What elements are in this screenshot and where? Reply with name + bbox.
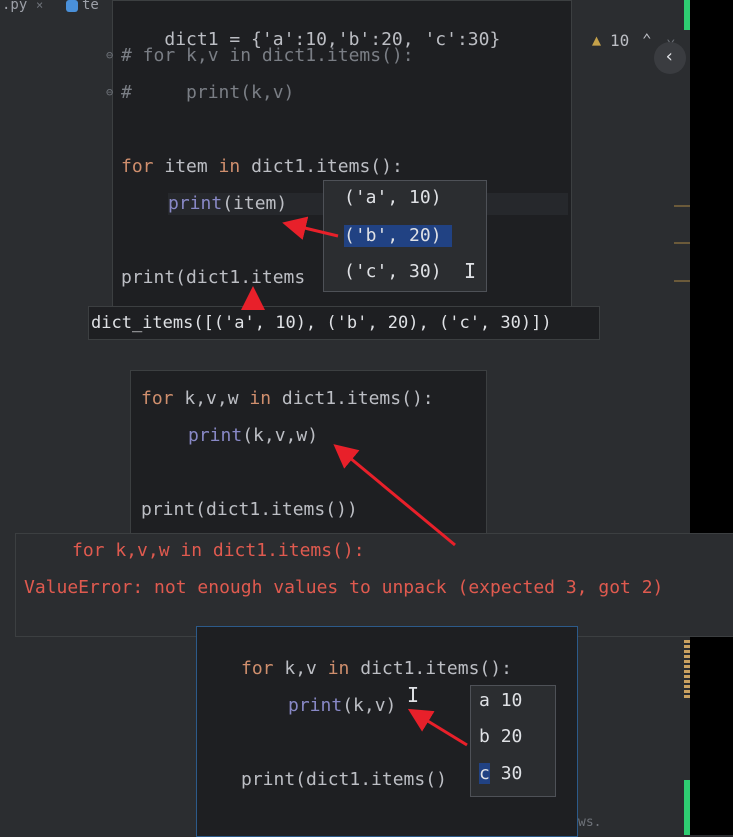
iterable: dict1.items():	[271, 388, 434, 409]
print-call: print	[188, 425, 243, 446]
code-line-9: print(dict1.items())	[141, 499, 358, 521]
code-line-2: # for k,v in dict1.items():	[121, 45, 414, 67]
back-button[interactable]: ‹	[654, 42, 686, 74]
error-source-line: for k,v,w in dict1.items():	[72, 540, 365, 561]
dict-items-output: dict_items([('a', 10), ('b', 20), ('c', …	[91, 313, 552, 333]
keyword-for: for	[121, 156, 154, 177]
chevron-up-icon[interactable]: ⌃	[642, 30, 652, 49]
tab-test[interactable]: te	[82, 0, 99, 13]
iterable: dict1.items():	[349, 658, 512, 679]
comment-line: # print(k,v)	[121, 82, 295, 103]
stripe-2	[674, 242, 690, 244]
python-file-icon	[66, 0, 78, 12]
tab-bar: .py × te	[0, 0, 115, 18]
key: b	[479, 726, 490, 747]
debug-value-popup-3[interactable]: a 10 b 20 c 30	[470, 685, 556, 797]
scroll-marker-bottom	[684, 780, 690, 835]
print-args: (k,v)	[342, 695, 397, 716]
warning-count: 10	[610, 31, 630, 50]
value: 10	[500, 690, 523, 711]
code-line-7: for k,v,w in dict1.items():	[141, 388, 434, 410]
console-output-1: dict_items([('a', 10), ('b', 20), ('c', …	[88, 306, 600, 340]
comment-line: # for k,v in dict1.items():	[121, 45, 414, 66]
popup-item-c[interactable]: c 30	[471, 763, 555, 785]
scroll-marker-top	[684, 0, 690, 30]
popup-item-a[interactable]: ('a', 10)	[324, 187, 486, 209]
stripe-3	[674, 280, 690, 282]
text-cursor-icon: I	[464, 259, 477, 283]
key: a	[479, 690, 490, 711]
print-args: (k,v,w)	[242, 425, 319, 446]
print-items-call: print(dict1.items	[121, 267, 306, 288]
status-text: ws.	[578, 815, 602, 830]
code-line-3: # print(k,v)	[121, 82, 294, 104]
error-message: ValueError: not enough values to unpack …	[24, 577, 664, 598]
keyword-in: in	[327, 658, 350, 679]
fold-icon[interactable]: ⊖	[106, 48, 113, 62]
keyword-for: for	[141, 388, 174, 409]
keyword-for: for	[241, 658, 274, 679]
close-icon[interactable]: ×	[36, 0, 43, 12]
loop-vars: k,v,w	[173, 388, 250, 409]
editor-panel-2[interactable]: for k,v,w in dict1.items(): print(k,v,w)…	[130, 370, 487, 537]
print-items-call: print(dict1.items()	[241, 769, 447, 790]
debug-value-popup-1[interactable]: ('a', 10) ('b', 20) ('c', 30) I	[323, 180, 487, 292]
popup-item-a[interactable]: a 10	[471, 690, 555, 712]
loop-vars: k,v	[273, 658, 328, 679]
loop-var: item	[153, 156, 219, 177]
code-line-8: print(k,v,w)	[188, 425, 318, 447]
minimap-strip	[684, 640, 690, 700]
right-gutter	[690, 0, 733, 835]
popup-item-b[interactable]: ('b', 20)	[344, 225, 452, 247]
error-output: for k,v,w in dict1.items(): ValueError: …	[15, 533, 733, 637]
code-line-6: print(dict1.items	[121, 267, 305, 289]
print-call: print	[168, 193, 223, 214]
stripe-1	[674, 205, 690, 207]
print-call: print	[288, 695, 343, 716]
value: 30	[500, 763, 523, 784]
iterable: dict1.items():	[240, 156, 403, 177]
code-line-10: for k,v in dict1.items():	[241, 658, 512, 680]
chevron-left-icon: ‹	[664, 46, 675, 67]
print-items-call: print(dict1.items())	[141, 499, 358, 520]
tab-py[interactable]: .py	[2, 0, 27, 13]
fold-icon[interactable]: ⊖	[106, 85, 113, 99]
warning-icon: ▲	[592, 31, 602, 49]
key: c	[479, 763, 490, 784]
code-line-11: print(k,v)	[288, 695, 396, 717]
value: 20	[500, 726, 523, 747]
keyword-in: in	[218, 156, 241, 177]
popup-item-c[interactable]: ('c', 30)	[324, 261, 486, 283]
text-cursor-icon: I	[407, 683, 420, 707]
print-args: (item)	[222, 193, 288, 214]
keyword-in: in	[249, 388, 272, 409]
code-line-12: print(dict1.items()	[241, 769, 447, 791]
code-line-4: for item in dict1.items():	[121, 156, 403, 178]
popup-item-b[interactable]: b 20	[471, 726, 555, 748]
